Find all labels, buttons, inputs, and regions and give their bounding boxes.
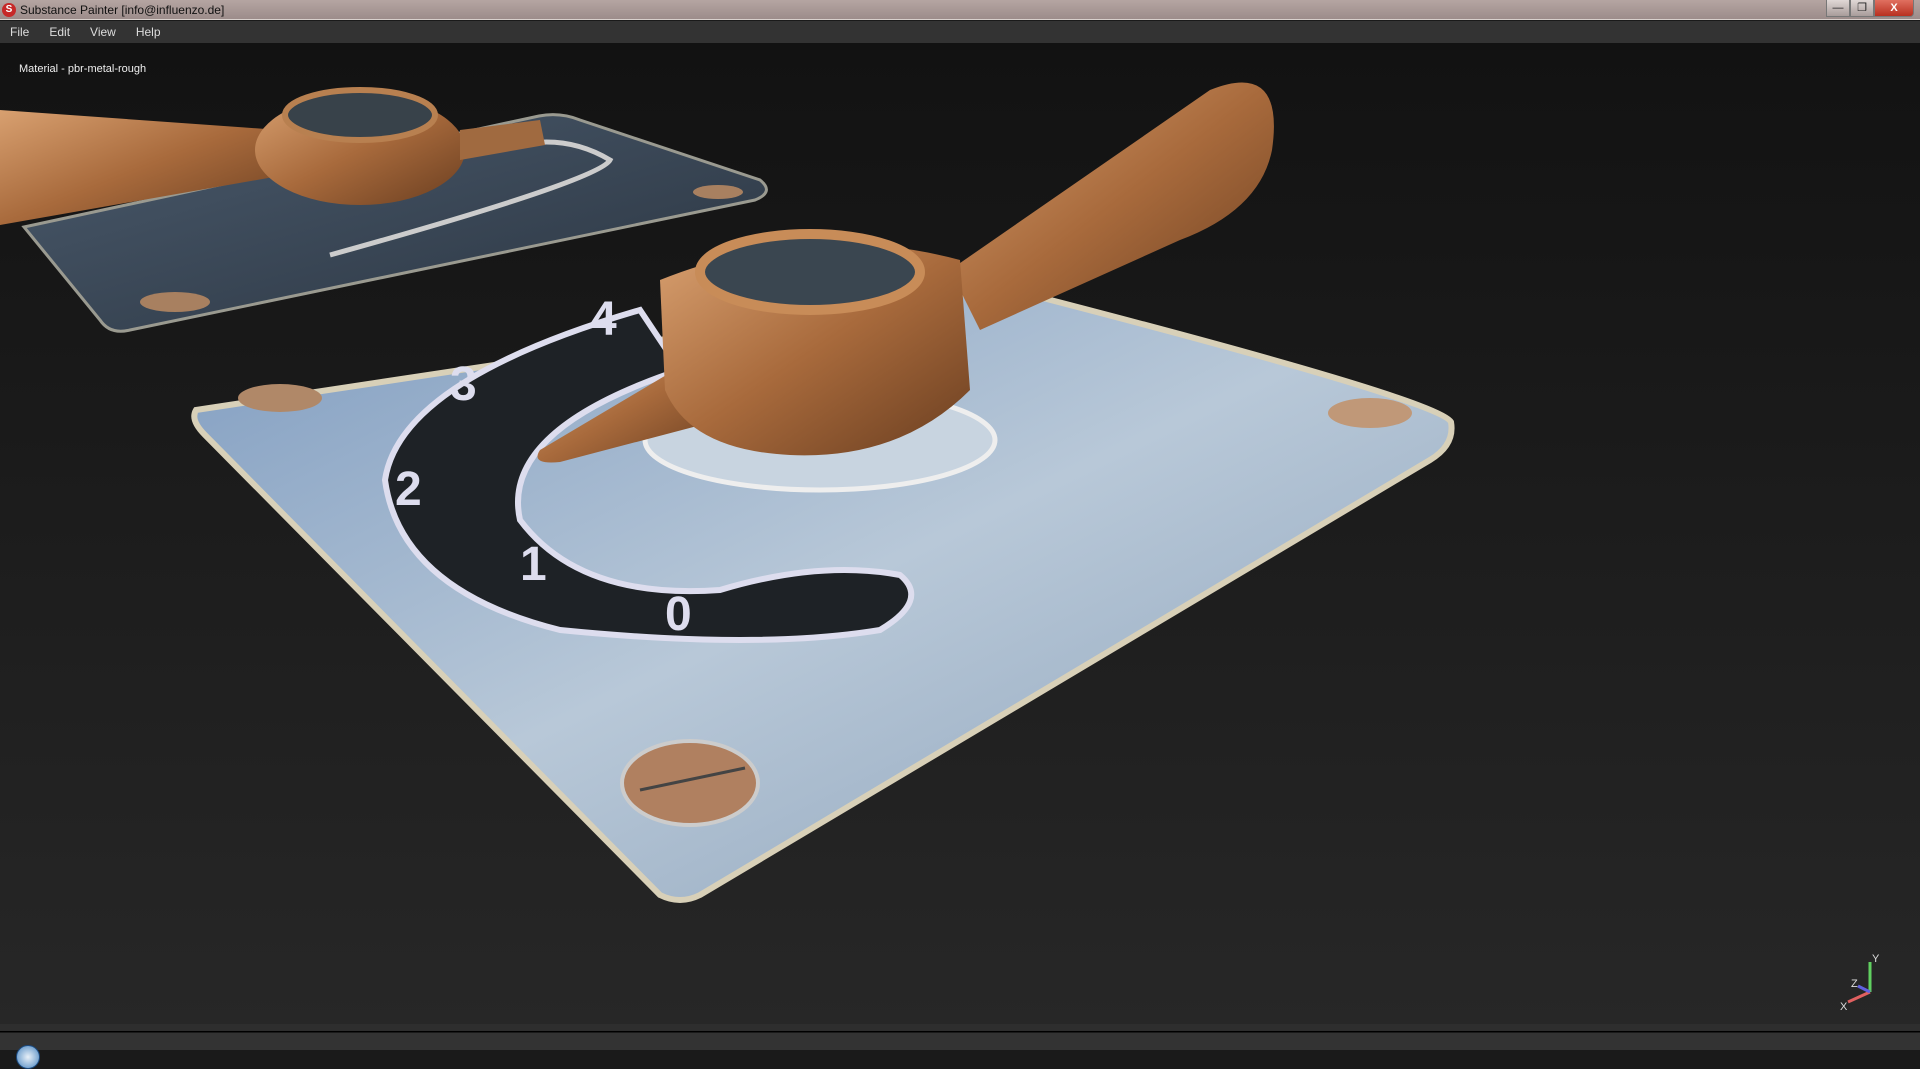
axis-x-label: X xyxy=(1840,1001,1848,1012)
dial-number-3: 3 xyxy=(450,358,477,411)
start-button[interactable] xyxy=(16,1045,40,1069)
screw xyxy=(238,384,322,412)
3d-model-render: 0 1 2 3 4 xyxy=(0,82,1455,903)
dial-number-4: 4 xyxy=(590,293,617,346)
screw xyxy=(1328,398,1412,428)
dial-number-1: 1 xyxy=(520,538,547,591)
screw xyxy=(620,739,760,827)
taskbar xyxy=(0,1033,1920,1069)
window-title: Substance Painter [info@influenzo.de] xyxy=(20,2,225,17)
axis-x-icon xyxy=(1847,990,1871,1004)
title-bar: S Substance Painter [info@influenzo.de] … xyxy=(0,0,1920,20)
status-bar xyxy=(0,1024,1920,1032)
menu-help[interactable]: Help xyxy=(126,25,171,39)
dial-number-2: 2 xyxy=(395,463,422,516)
axis-z-icon xyxy=(1857,984,1871,994)
3d-viewport[interactable]: 0 1 2 3 4 Material - pbr-metal-rough Y X… xyxy=(0,43,1920,1024)
material-label: Material - pbr-metal-rough xyxy=(19,63,147,75)
menu-bar: File Edit View Help xyxy=(0,21,1920,43)
minimize-button[interactable]: — xyxy=(1826,0,1850,17)
close-button[interactable]: X xyxy=(1874,0,1914,17)
restore-button[interactable]: ❐ xyxy=(1850,0,1874,17)
menu-file[interactable]: File xyxy=(0,25,39,39)
app-logo-icon: S xyxy=(2,2,16,17)
axis-y-label: Y xyxy=(1872,953,1880,965)
axis-z-label: Z xyxy=(1851,978,1858,990)
axis-gizmo: Y X Z xyxy=(1840,953,1880,1012)
back-switch-plate xyxy=(0,87,768,333)
dial-number-0: 0 xyxy=(665,588,692,641)
menu-view[interactable]: View xyxy=(80,25,126,39)
menu-edit[interactable]: Edit xyxy=(39,25,80,39)
